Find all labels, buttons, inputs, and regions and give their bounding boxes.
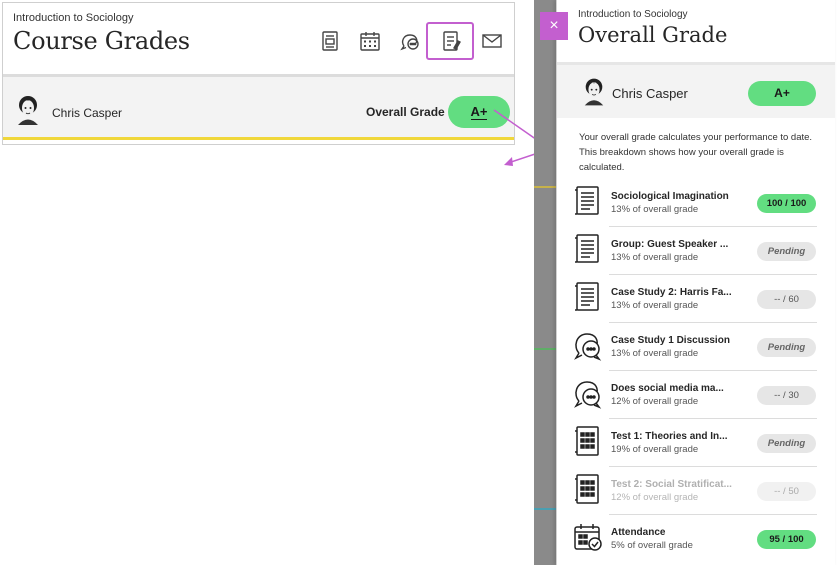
course-name: Introduction to Sociology	[13, 12, 134, 24]
grade-item-score: -- / 30	[757, 386, 816, 405]
grade-item-weight: 12% of overall grade	[611, 492, 699, 503]
calendar-icon[interactable]	[358, 29, 382, 53]
grade-item[interactable]: Test 2: Social Stratificat... 12% of ove…	[557, 468, 835, 516]
strip-line-blue	[534, 508, 558, 510]
item-divider	[609, 226, 817, 227]
grade-item-weight: 13% of overall grade	[611, 204, 699, 215]
course-grades-card: Introduction to Sociology Course Grades	[2, 2, 515, 145]
student-name: Chris Casper	[52, 106, 123, 120]
course-grades-header: Introduction to Sociology Course Grades	[3, 3, 514, 75]
panel-student-name: Chris Casper	[612, 86, 688, 101]
page-title: Course Grades	[13, 27, 190, 55]
grade-item-score: -- / 60	[757, 290, 816, 309]
grade-item[interactable]: Attendance 5% of overall grade 95 / 100	[557, 516, 835, 564]
messages-icon[interactable]	[480, 29, 504, 53]
item-divider	[609, 466, 817, 467]
grade-item[interactable]: Case Study 1 Discussion 13% of overall g…	[557, 324, 835, 372]
item-divider	[609, 514, 817, 515]
item-divider	[609, 274, 817, 275]
grade-description: Your overall grade calculates your perfo…	[579, 132, 813, 173]
test-icon	[572, 472, 604, 506]
content-icon[interactable]	[318, 29, 342, 53]
student-grade-row[interactable]: Chris Casper Overall Grade A+	[3, 77, 514, 137]
gradebook-icon[interactable]	[439, 29, 463, 53]
grade-item-score: Pending	[757, 242, 816, 261]
grade-item-weight: 12% of overall grade	[611, 396, 699, 407]
grade-item-weight: 13% of overall grade	[611, 300, 699, 311]
test-icon	[572, 424, 604, 458]
grade-item[interactable]: Test 1: Theories and In... 19% of overal…	[557, 420, 835, 468]
strip-line-yellow	[534, 186, 558, 188]
document-icon	[572, 280, 604, 314]
discussions-icon[interactable]	[399, 29, 423, 53]
avatar	[15, 95, 41, 125]
grade-item-weight: 19% of overall grade	[611, 444, 699, 455]
grade-item-score: 95 / 100	[757, 530, 816, 549]
panel-overall-grade-pill: A+	[748, 81, 816, 106]
panel-title: Overall Grade	[578, 23, 728, 47]
grade-item-name: Does social media ma...	[611, 383, 724, 394]
progress-bar	[3, 137, 514, 140]
grade-item-name: Case Study 1 Discussion	[611, 335, 730, 346]
attendance-icon	[572, 520, 604, 554]
item-divider	[609, 370, 817, 371]
strip-line-green	[534, 348, 558, 350]
discussion-icon	[572, 328, 604, 362]
overall-grade-label: Overall Grade	[366, 105, 445, 119]
grade-item-score: -- / 50	[757, 482, 816, 501]
panel-student-row: Chris Casper A+	[557, 65, 835, 118]
panel-header: Introduction to Sociology Overall Grade	[557, 0, 835, 62]
panel-course-name: Introduction to Sociology	[578, 9, 688, 20]
document-icon	[572, 184, 604, 218]
grade-item-weight: 5% of overall grade	[611, 540, 693, 551]
grade-item-name: Attendance	[611, 527, 666, 538]
grade-item[interactable]: Sociological Imagination 13% of overall …	[557, 180, 835, 228]
avatar	[582, 77, 606, 106]
grade-item-score: Pending	[757, 338, 816, 357]
overall-grade-panel: Introduction to Sociology Overall Grade …	[556, 0, 835, 565]
grade-item-name: Test 2: Social Stratificat...	[611, 479, 732, 490]
item-divider	[609, 418, 817, 419]
grade-item-weight: 13% of overall grade	[611, 252, 699, 263]
grade-item-score: 100 / 100	[757, 194, 816, 213]
grade-item[interactable]: Group: Guest Speaker ... 13% of overall …	[557, 228, 835, 276]
discussion-icon	[572, 376, 604, 410]
grade-item-name: Case Study 2: Harris Fa...	[611, 287, 732, 298]
grade-item-name: Sociological Imagination	[611, 191, 729, 202]
background-page-strip	[534, 0, 558, 565]
grade-item[interactable]: Does social media ma... 12% of overall g…	[557, 372, 835, 420]
close-button[interactable]: ×	[540, 12, 568, 40]
grade-item-name: Group: Guest Speaker ...	[611, 239, 729, 250]
grade-item-weight: 13% of overall grade	[611, 348, 699, 359]
grade-item[interactable]: Case Study 2: Harris Fa... 13% of overal…	[557, 276, 835, 324]
item-divider	[609, 322, 817, 323]
grade-item-name: Test 1: Theories and In...	[611, 431, 728, 442]
document-icon	[572, 232, 604, 266]
grade-item-score: Pending	[757, 434, 816, 453]
close-icon: ×	[549, 17, 559, 34]
